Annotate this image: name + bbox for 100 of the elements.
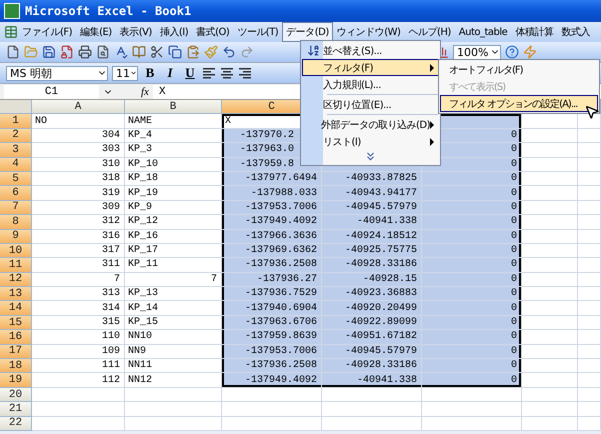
- row-header[interactable]: 7: [0, 200, 32, 216]
- row-header[interactable]: 21: [0, 402, 32, 417]
- menu-item[interactable]: ツール(T): [233, 22, 282, 42]
- lock-file-icon[interactable]: [60, 45, 74, 59]
- zoom-field[interactable]: 100%: [453, 44, 501, 60]
- name-box[interactable]: C1: [4, 84, 99, 98]
- row-header[interactable]: 1: [0, 114, 32, 129]
- menu-item[interactable]: ヘルプ(H): [404, 22, 455, 42]
- row-header[interactable]: 6: [0, 186, 32, 201]
- menu-item[interactable]: データ(D): [282, 22, 333, 42]
- italic-button[interactable]: I: [162, 65, 178, 81]
- save-icon[interactable]: [42, 45, 56, 59]
- printer-icon[interactable]: [78, 45, 92, 59]
- table-cell: -137940.6904: [222, 301, 322, 316]
- table-cell: KP_9: [125, 200, 222, 216]
- table-cell: 309: [32, 200, 125, 216]
- column-header[interactable]: A: [32, 100, 125, 114]
- scissors-icon[interactable]: [150, 45, 164, 59]
- menu-item[interactable]: Auto_table: [454, 24, 512, 40]
- help-icon[interactable]: [505, 45, 519, 59]
- menu-item[interactable]: フィルタ オプションの設定(A)...: [440, 95, 598, 112]
- bold-button[interactable]: B: [142, 65, 158, 81]
- table-cell: -40941.338: [322, 215, 422, 230]
- table-cell: -137936.2508: [222, 359, 322, 374]
- table-cell: 317: [32, 244, 125, 258]
- align-icon[interactable]: [202, 67, 216, 79]
- row-header[interactable]: 10: [0, 244, 32, 258]
- book-icon[interactable]: [132, 45, 146, 59]
- undo-icon[interactable]: [222, 45, 236, 59]
- row-header[interactable]: 19: [0, 373, 32, 388]
- row-header[interactable]: 9: [0, 230, 32, 244]
- table-cell: KP_4: [125, 128, 222, 144]
- row-header[interactable]: 12: [0, 272, 32, 288]
- table-cell: NN10: [125, 330, 222, 345]
- row-header[interactable]: 3: [0, 143, 32, 158]
- row-header[interactable]: 11: [0, 258, 32, 273]
- table-cell: 0: [422, 373, 522, 388]
- menu-item[interactable]: 体積計算: [511, 22, 558, 42]
- underline-button[interactable]: U: [182, 65, 198, 81]
- table-cell: 112: [32, 373, 125, 388]
- table-cell: NO: [32, 114, 125, 129]
- menu-item[interactable]: 編集(E): [76, 22, 116, 42]
- table-cell: 319: [32, 186, 125, 201]
- table-cell: 0: [422, 172, 522, 186]
- app-icon: [4, 3, 20, 19]
- align-icon[interactable]: [238, 67, 252, 79]
- menu-item[interactable]: 表示(V): [116, 22, 156, 42]
- menu-item[interactable]: 数式入: [557, 22, 594, 42]
- menu-item[interactable]: ウィンドウ(W): [332, 22, 404, 42]
- table-cell: KP_17: [125, 244, 222, 258]
- table-cell: -40928.33186: [322, 258, 422, 273]
- menu-item[interactable]: 並べ替え(S)...: [302, 42, 439, 59]
- font-field[interactable]: MS 明朝: [6, 66, 108, 80]
- table-cell: -137949.4092: [222, 215, 322, 230]
- sort-icon: [306, 44, 320, 57]
- row-header[interactable]: 16: [0, 330, 32, 345]
- menu-item[interactable]: フィルタ(F): [302, 59, 439, 76]
- copy-icon[interactable]: [168, 45, 182, 59]
- menu-item[interactable]: 書式(O): [192, 22, 234, 42]
- row-header[interactable]: 15: [0, 316, 32, 330]
- row-header[interactable]: 17: [0, 344, 32, 360]
- table-cell: -137936.2508: [222, 258, 322, 273]
- table-cell: -137949.4092: [222, 373, 322, 388]
- row-header[interactable]: 20: [0, 388, 32, 402]
- align-icon[interactable]: [220, 67, 234, 79]
- menu-item[interactable]: オートフィルタ(F): [440, 61, 598, 78]
- menu-item[interactable]: 挿入(I): [156, 22, 192, 42]
- menu-item[interactable]: 入力規則(L)...: [302, 76, 439, 93]
- table-cell: -40951.67182: [322, 330, 422, 345]
- font-size-field[interactable]: 11: [112, 66, 138, 80]
- new-file-icon[interactable]: [6, 45, 20, 59]
- column-header[interactable]: B: [125, 100, 222, 114]
- table-cell: 0: [422, 359, 522, 374]
- table-cell: -40941.338: [322, 373, 422, 388]
- table-cell: KP_14: [125, 301, 222, 316]
- spell-check-icon[interactable]: [114, 45, 128, 59]
- function-label[interactable]: fx: [141, 86, 149, 98]
- sheet-icon[interactable]: [4, 25, 18, 39]
- expand-icon[interactable]: [364, 150, 377, 163]
- table-cell: 0: [422, 230, 522, 244]
- table-cell: NN9: [125, 344, 222, 360]
- table-cell: 315: [32, 316, 125, 330]
- row-header[interactable]: 14: [0, 301, 32, 316]
- table-cell: KP_12: [125, 215, 222, 230]
- table-cell: 0: [422, 215, 522, 230]
- row-header[interactable]: 22: [0, 416, 32, 431]
- row-header[interactable]: 2: [0, 128, 32, 144]
- row-header[interactable]: 8: [0, 215, 32, 230]
- row-header[interactable]: 18: [0, 359, 32, 374]
- table-cell: NN11: [125, 359, 222, 374]
- file-search-icon[interactable]: [96, 45, 110, 59]
- table-cell: -40924.18512: [322, 230, 422, 244]
- row-header[interactable]: 5: [0, 172, 32, 186]
- table-cell: 0: [422, 330, 522, 345]
- row-header[interactable]: 13: [0, 287, 32, 302]
- menu-item[interactable]: ファイル(F): [18, 22, 76, 42]
- table-cell: -40945.57979: [322, 344, 422, 360]
- table-cell: 0: [422, 258, 522, 273]
- clipboard-icon[interactable]: [186, 45, 200, 59]
- row-header[interactable]: 4: [0, 158, 32, 172]
